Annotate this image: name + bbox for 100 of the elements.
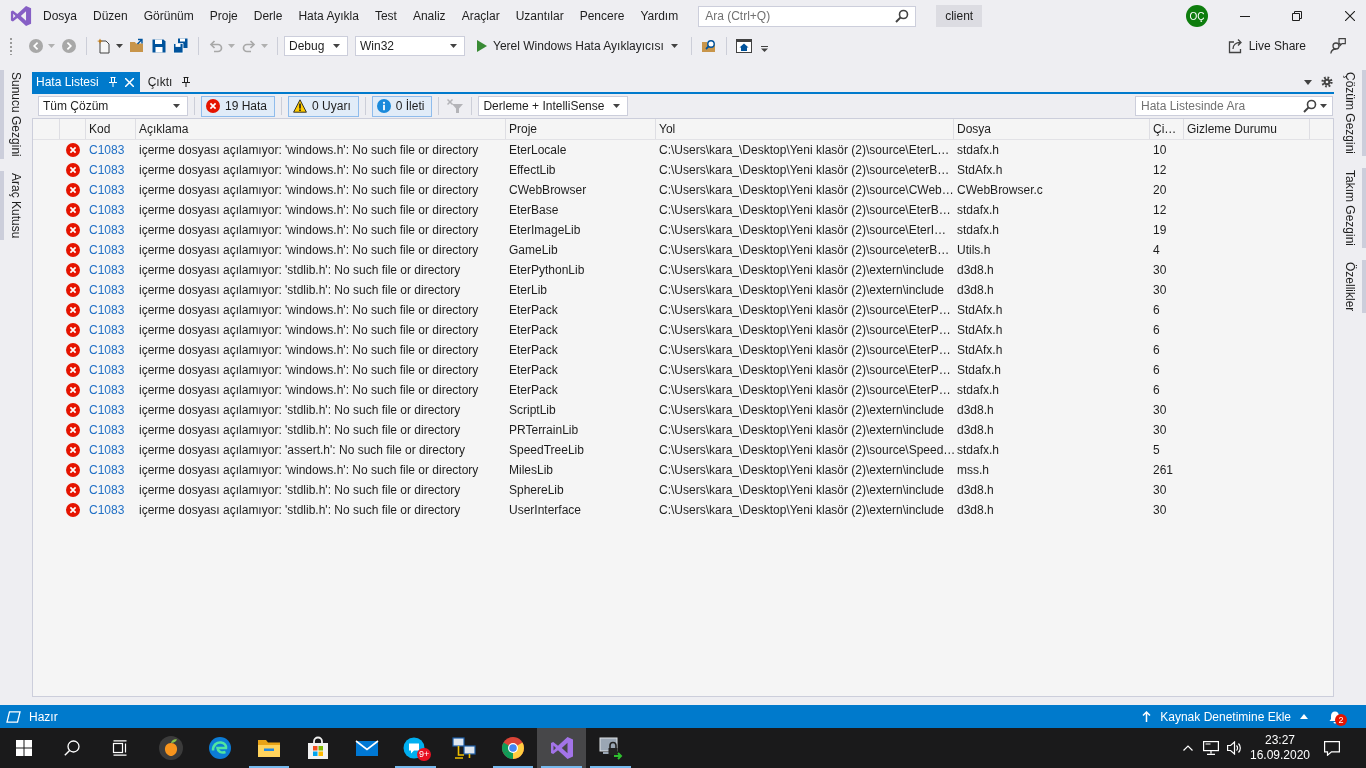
table-cell-text: içerme dosyası açılamıyor: 'assert.h': No such file or directory <box>138 442 467 459</box>
account-avatar[interactable]: OÇ <box>1186 5 1208 27</box>
restore-icon[interactable] <box>1292 11 1302 21</box>
caret-icon[interactable] <box>450 44 457 48</box>
error-code-link[interactable]: C1083 <box>89 183 125 197</box>
platform-dropdown[interactable]: Win32 <box>355 36 465 56</box>
browser-home-icon[interactable] <box>735 38 752 54</box>
caret-icon[interactable] <box>613 104 621 108</box>
caret-icon[interactable] <box>670 44 678 48</box>
menu-item[interactable]: Uzantılar <box>507 6 572 26</box>
error-code-link[interactable]: C1083 <box>89 163 125 177</box>
dropdown-caret-icon[interactable] <box>1304 79 1312 85</box>
menu-item[interactable]: Düzen <box>85 6 136 26</box>
error-icon <box>66 403 80 417</box>
clock-time[interactable]: 23:27 <box>1265 733 1295 748</box>
close-icon[interactable] <box>1345 11 1355 21</box>
table-cell-text: d3d8.h <box>956 262 995 279</box>
menu-item[interactable]: Derle <box>245 6 291 26</box>
live-share-button[interactable]: Live Share <box>1227 35 1306 57</box>
floppy-disks-icon[interactable] <box>173 38 189 54</box>
feedback-icon[interactable] <box>1330 38 1346 54</box>
side-panel-tab[interactable]: Araç Kutusu <box>0 170 23 241</box>
table-cell-text: GameLib <box>508 242 559 259</box>
error-code-link[interactable]: C1083 <box>89 283 125 297</box>
menu-item[interactable]: Pencere <box>571 6 633 26</box>
error-code-link[interactable]: C1083 <box>89 223 125 237</box>
start-debugging-button[interactable]: Yerel Windows Hata Ayıklayıcısı <box>473 35 685 57</box>
menu-item[interactable]: Yardım <box>632 6 687 26</box>
side-panel-tab[interactable]: Özellikler <box>1343 260 1366 314</box>
error-code-link[interactable]: C1083 <box>89 343 125 357</box>
table-cell-text: 6 <box>1152 382 1161 399</box>
table-cell-text: içerme dosyası açılamıyor: 'stdlib.h': No such file or directory <box>138 422 462 439</box>
start-icon[interactable] <box>16 740 32 756</box>
error-code-link[interactable]: C1083 <box>89 503 125 517</box>
error-code-link[interactable]: C1083 <box>89 463 125 477</box>
pin-icon[interactable] <box>182 77 191 87</box>
column-header[interactable]: Gizleme Durumu <box>1184 119 1310 139</box>
column-header[interactable]: Kod <box>86 119 136 139</box>
error-code-link[interactable]: C1083 <box>89 363 125 377</box>
error-code-link[interactable]: C1083 <box>89 243 125 257</box>
column-header[interactable]: Dosya <box>954 119 1150 139</box>
table-cell-text: MilesLib <box>508 462 554 479</box>
error-code-link[interactable]: C1083 <box>89 443 125 457</box>
table-cell-text: C:\Users\kara_\Desktop\Yeni klasör (2)\source\EterL… <box>658 142 951 159</box>
filter-toggle-button[interactable]: 0 Uyarı <box>288 95 359 117</box>
overflow-caret-icon[interactable] <box>760 46 768 52</box>
filter-toggle-button[interactable]: 19 Hata <box>201 95 276 117</box>
settings-icon[interactable] <box>1321 76 1333 88</box>
source-dropdown[interactable]: Derleme + IntelliSense <box>478 96 629 116</box>
search-icon[interactable] <box>895 9 910 23</box>
error-code-link[interactable]: C1083 <box>89 203 125 217</box>
drag-handle[interactable] <box>9 37 13 55</box>
menu-item[interactable]: Test <box>366 6 405 26</box>
column-header[interactable]: Proje <box>506 119 656 139</box>
caret-icon[interactable] <box>333 44 340 48</box>
task-view-icon[interactable] <box>112 740 128 756</box>
source-control-button[interactable]: Kaynak Denetimine Ekle <box>1142 709 1308 724</box>
caret-icon[interactable] <box>173 104 180 108</box>
folder-search-icon[interactable] <box>700 38 717 54</box>
caret-icon[interactable] <box>116 44 123 48</box>
side-panel-tab[interactable]: Takım Gezgini <box>1343 168 1366 249</box>
menu-item[interactable]: Hata Ayıkla <box>290 6 367 26</box>
network-icon[interactable] <box>1203 741 1219 755</box>
chevron-up-icon[interactable] <box>1183 745 1193 751</box>
clock-date[interactable]: 16.09.2020 <box>1249 748 1311 763</box>
error-code-link[interactable]: C1083 <box>89 403 125 417</box>
search-icon[interactable] <box>1303 99 1317 113</box>
column-header[interactable]: Açıklama <box>136 119 506 139</box>
error-code-link[interactable]: C1083 <box>89 303 125 317</box>
column-header[interactable]: Çi… <box>1150 119 1184 139</box>
configuration-dropdown[interactable]: Debug <box>284 36 348 56</box>
column-header[interactable]: Yol <box>656 119 954 139</box>
error-code-link[interactable]: C1083 <box>89 383 125 397</box>
menu-item[interactable]: Proje <box>201 6 246 26</box>
panel-tab[interactable]: Çıktı <box>143 72 197 92</box>
minimize-icon[interactable] <box>1240 15 1250 17</box>
menu-item[interactable]: Dosya <box>35 6 85 26</box>
caret-icon[interactable] <box>1320 104 1327 108</box>
scope-dropdown[interactable]: Tüm Çözüm <box>38 96 188 116</box>
search-field[interactable]: Ara (Ctrl+Q) <box>698 5 917 27</box>
error-code-link[interactable]: C1083 <box>89 143 125 157</box>
side-panel-tab[interactable]: Sunucu Gezgini <box>0 70 23 159</box>
menu-item[interactable]: Analiz <box>404 6 454 26</box>
error-code-link[interactable]: C1083 <box>89 323 125 337</box>
open-folder-icon[interactable] <box>129 38 145 54</box>
error-code-link[interactable]: C1083 <box>89 263 125 277</box>
error-icon <box>66 503 80 517</box>
caret-up-icon <box>1300 714 1308 719</box>
table-cell-text: mss.h <box>956 462 990 479</box>
search-field[interactable]: Hata Listesinde Ara <box>1135 96 1333 116</box>
side-panel-tab[interactable]: Çözüm Gezgini <box>1343 70 1366 157</box>
notification-icon[interactable] <box>1324 740 1340 756</box>
filter-toggle-button[interactable]: 0 İleti <box>371 95 433 117</box>
menu-item[interactable]: Görünüm <box>135 6 202 26</box>
search-icon[interactable] <box>64 740 80 756</box>
error-code-link[interactable]: C1083 <box>89 483 125 497</box>
taskbar-button[interactable]: 9+ <box>391 728 440 768</box>
menu-item[interactable]: Araçlar <box>453 6 508 26</box>
speaker-icon[interactable] <box>1227 741 1242 755</box>
error-code-link[interactable]: C1083 <box>89 423 125 437</box>
